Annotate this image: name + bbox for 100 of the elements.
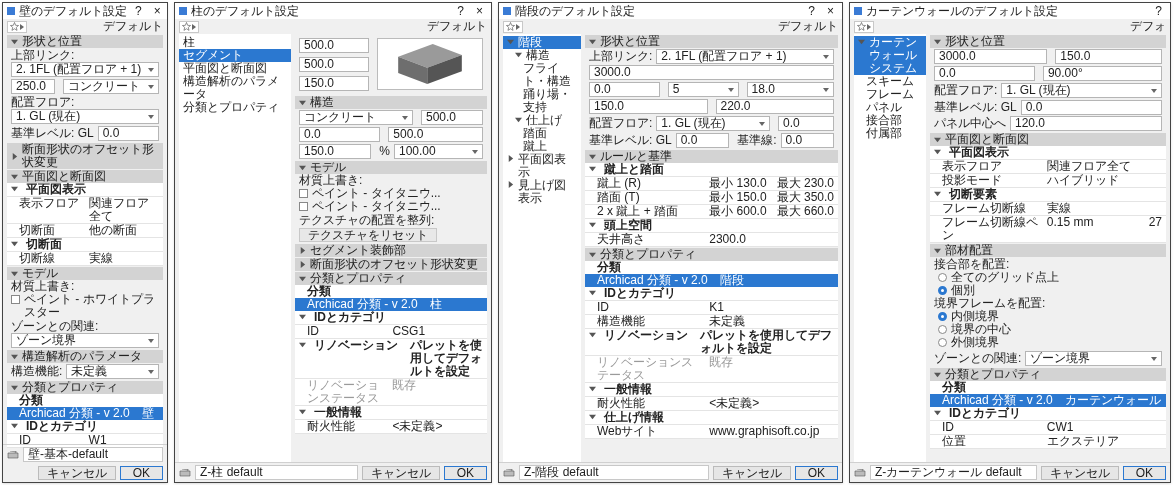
nav-item[interactable]: 踊り場・支持 [519,88,581,114]
expanded-arrow-icon[interactable] [934,247,941,254]
favorites-dropdown[interactable]: Z-柱 default [195,465,358,480]
cancel-button[interactable]: キャンセル [361,465,440,480]
classification-row[interactable]: Archicad 分類 - v 2.0 壁 [7,407,163,420]
nav-item[interactable]: 平面図と断面図 [179,62,291,75]
nav-item[interactable]: 蹴上 [519,140,581,153]
property-row[interactable]: 耐火性能 <未定義> [295,420,487,434]
favorites-dropdown[interactable]: 壁-基本-default [23,447,163,462]
property-row[interactable]: フレーム切断線ペン 0.15 mm 27 [930,216,1166,243]
property-row[interactable]: 投影モード ハイブリッド [930,174,1166,188]
property-row[interactable]: 2 x 蹴上 + 踏面 最小 600.0 最大 660.0 [585,205,838,219]
expanded-arrow-icon[interactable] [589,165,596,172]
nav-item[interactable]: 接合部 [862,114,926,127]
property-row[interactable]: ID CSG1 [295,325,487,339]
cancel-button[interactable]: キャンセル [712,465,791,480]
input-field[interactable]: 150.0 [299,76,369,91]
cancel-button[interactable]: キャンセル [37,466,116,480]
input-field[interactable]: 3000.0 [934,49,1048,64]
property-row[interactable]: 切断線 実線 [7,252,163,266]
dropdown-field[interactable]: ゾーン境界 [1025,351,1162,366]
property-row[interactable]: ID K1 [585,301,838,315]
close-button[interactable]: × [149,4,165,18]
section-header[interactable]: セグメント装飾部 [295,244,487,257]
nav-item[interactable]: 平面図表示 [503,153,581,179]
dropdown-field[interactable]: ゾーン境界 [11,333,159,348]
radio-button[interactable] [938,312,947,321]
expanded-arrow-icon[interactable] [11,240,18,247]
section-header[interactable]: 断面形状のオフセット形状変更 [7,143,163,169]
input-field[interactable]: 90.00° [1042,66,1162,81]
nav-item[interactable]: 仕上げ [511,114,581,127]
expanded-arrow-icon[interactable] [934,190,941,197]
nav-item[interactable]: 分類とプロパティ [179,101,291,114]
nav-item[interactable]: カーテンウォールシステム [854,36,926,75]
nav-item[interactable]: 柱 [179,36,291,49]
expanded-arrow-icon[interactable] [589,413,596,420]
close-button[interactable]: × [823,4,838,18]
favorites-button[interactable] [179,20,199,33]
expanded-arrow-icon[interactable] [515,51,522,58]
input-field[interactable]: 150.0 [589,99,708,114]
expanded-arrow-icon[interactable] [299,99,306,106]
section-header[interactable]: 構造 [295,96,487,109]
property-row[interactable]: 位置 エクステリア [930,435,1166,449]
property-row[interactable]: 耐火性能 <未定義> [585,397,838,411]
section-header[interactable]: 構造解析のパラメータ [7,350,163,363]
collapsed-arrow-icon[interactable] [11,152,18,160]
cancel-button[interactable]: キャンセル [1040,465,1119,480]
input-field[interactable]: 150.0 [299,144,372,159]
section-header[interactable]: モデル [295,161,487,174]
checkbox[interactable] [299,189,308,198]
expanded-arrow-icon[interactable] [934,409,941,416]
expanded-arrow-icon[interactable] [589,331,596,338]
nav-item[interactable]: 構造解析のパラメータ [179,75,291,101]
expanded-arrow-icon[interactable] [515,116,522,123]
input-field[interactable]: 0.0 [777,116,834,131]
dropdown-field[interactable]: 18.0 [746,82,834,97]
input-field[interactable]: 0.0 [589,82,660,97]
dropdown-field[interactable]: 2. 1FL (配置フロア + 1) [656,49,834,64]
expanded-arrow-icon[interactable] [934,136,941,143]
input-field[interactable]: 500.0 [421,110,483,125]
expanded-arrow-icon[interactable] [589,38,596,45]
section-header[interactable]: 形状と位置 [7,35,163,48]
property-row[interactable]: ID CW1 [930,421,1166,435]
dropdown-field[interactable]: 5 [667,82,739,97]
section-header[interactable]: 部材配置 [930,244,1166,257]
dropdown-field[interactable]: 1. GL (現在) [656,116,770,131]
nav-item[interactable]: セグメント [179,49,291,62]
section-header[interactable]: 平面図と断面図 [7,170,163,183]
expanded-arrow-icon[interactable] [589,153,596,160]
section-header[interactable]: 形状と位置 [585,35,838,48]
collapsed-arrow-icon[interactable] [507,155,514,162]
help-button[interactable]: ? [804,4,819,18]
close-button[interactable]: × [472,4,487,18]
nav-item[interactable]: 階段 [503,36,581,49]
nav-item[interactable]: パネル [862,101,926,114]
reset-texture-button[interactable]: テクスチャをリセット [299,228,437,242]
dropdown-field[interactable]: コンクリート [299,110,413,125]
section-header[interactable]: 形状と位置 [930,35,1166,48]
input-field[interactable]: 220.0 [715,99,834,114]
property-row[interactable]: 表示フロア 関連フロア全て [7,197,163,224]
input-field[interactable]: 0.0 [299,127,381,142]
property-row[interactable]: 構造機能 未定義 [585,315,838,329]
ok-button[interactable]: OK [794,465,838,480]
radio-button[interactable] [938,338,947,347]
input-field[interactable]: 0.0 [97,126,159,141]
dropdown-field[interactable]: コンクリート [63,79,159,94]
section-header[interactable]: 分類とプロパティ [7,381,163,394]
expanded-arrow-icon[interactable] [589,385,596,392]
section-header[interactable]: 平面図と断面図 [930,133,1166,146]
nav-item[interactable]: 付属部 [862,127,926,140]
expanded-arrow-icon[interactable] [934,148,941,155]
expanded-arrow-icon[interactable] [299,313,306,320]
expanded-arrow-icon[interactable] [589,251,596,258]
input-field[interactable]: 3000.0 [589,65,834,80]
dropdown-field[interactable]: 未定義 [66,364,159,379]
expanded-arrow-icon[interactable] [299,341,306,348]
nav-item[interactable]: 踏面 [519,127,581,140]
checkbox[interactable] [11,295,20,304]
property-row[interactable]: Webサイト www.graphisoft.co.jp [585,425,838,439]
input-field[interactable]: 500.0 [299,38,369,53]
